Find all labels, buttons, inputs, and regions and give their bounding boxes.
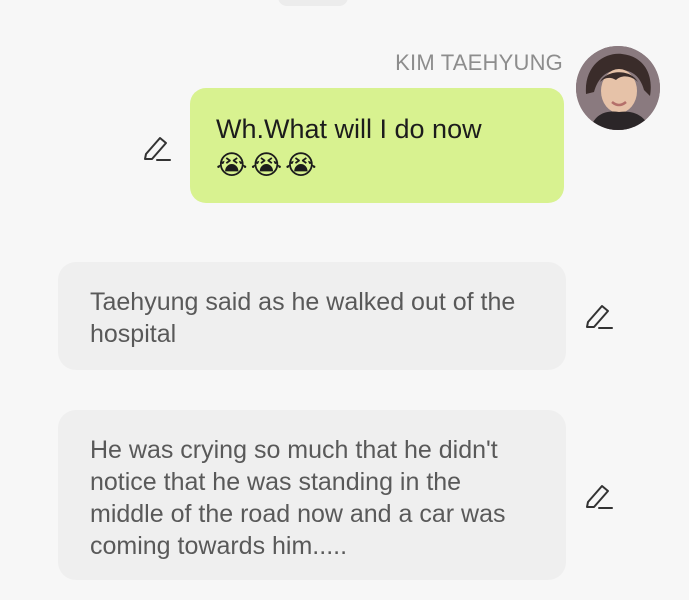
avatar[interactable] — [576, 46, 660, 130]
narration-text: He was crying so much that he didn't not… — [90, 436, 506, 560]
sender-name: KIM TAEHYUNG — [395, 50, 563, 75]
loudly-crying-face-icon: 😭 — [250, 150, 283, 180]
emoji-row: 😭 😭 😭 — [216, 148, 538, 182]
message-text: Wh.What will I do now — [216, 114, 482, 144]
narration-text: Taehyung said as he walked out of the ho… — [90, 288, 516, 348]
pencil-icon — [586, 485, 613, 509]
edit-icon[interactable] — [142, 132, 172, 162]
loudly-crying-face-icon: 😭 — [216, 150, 248, 180]
avatar-image — [576, 46, 660, 130]
chat-screen: KIM TAEHYUNG Wh.What will I do now 😭 😭 😭… — [0, 0, 689, 600]
loudly-crying-face-icon: 😭 — [285, 150, 317, 180]
narration-bubble[interactable]: He was crying so much that he didn't not… — [58, 410, 566, 580]
narration-bubble[interactable]: Taehyung said as he walked out of the ho… — [58, 262, 566, 370]
top-pill — [278, 0, 348, 6]
sent-message-bubble[interactable]: Wh.What will I do now 😭 😭 😭 — [190, 88, 564, 203]
edit-icon[interactable] — [584, 300, 614, 330]
pencil-icon — [144, 137, 171, 161]
pencil-icon — [586, 305, 613, 329]
edit-icon[interactable] — [584, 480, 614, 510]
